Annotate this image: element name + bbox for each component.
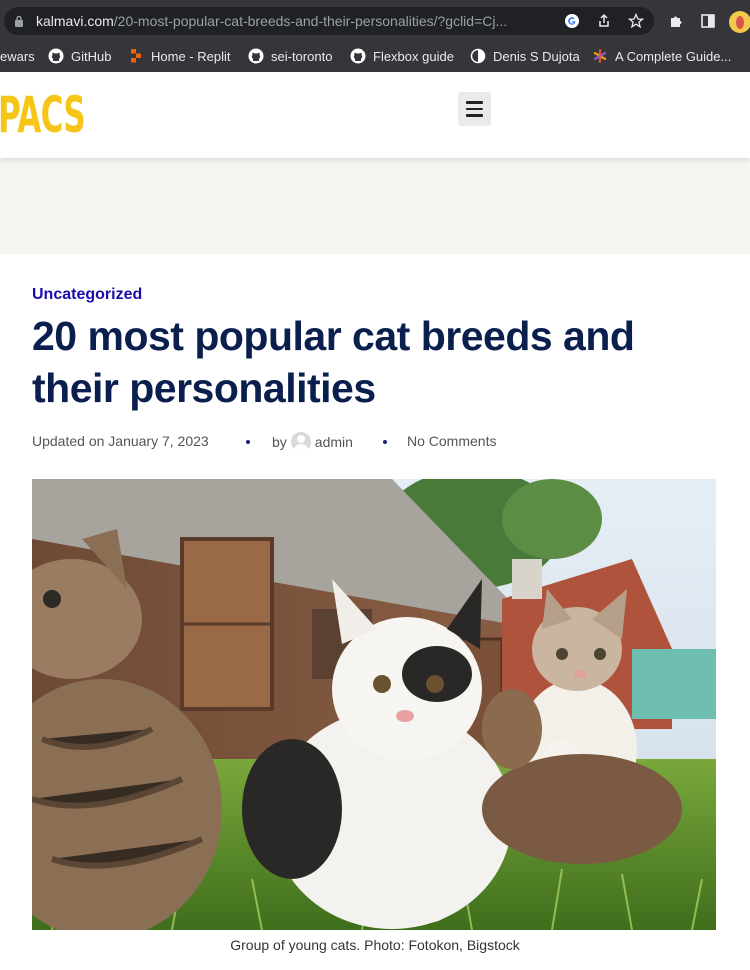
- github-icon: [248, 48, 264, 64]
- kittens-photo: [32, 479, 716, 930]
- side-panel-icon[interactable]: [700, 13, 716, 29]
- bookmark-replit[interactable]: Home - Replit: [128, 46, 230, 66]
- half-circle-icon: [470, 48, 486, 64]
- address-row: kalmavi.com/20-most-popular-cat-breeds-a…: [0, 0, 750, 40]
- share-icon[interactable]: [596, 13, 612, 29]
- header-banner: [0, 158, 750, 254]
- github-icon: [350, 48, 366, 64]
- menu-icon-bar: [466, 114, 483, 117]
- by-label: by: [272, 434, 287, 450]
- comments-link[interactable]: No Comments: [407, 432, 496, 450]
- meta-separator: [246, 440, 250, 444]
- updated-date: Updated on January 7, 2023: [32, 433, 209, 449]
- google-icon[interactable]: [564, 13, 580, 29]
- author-name[interactable]: admin: [315, 433, 353, 451]
- bookmark-label: Flexbox guide: [373, 48, 454, 64]
- github-icon: [48, 48, 64, 64]
- star-icon[interactable]: [628, 13, 644, 29]
- bookmark-github[interactable]: GitHub: [48, 46, 111, 66]
- category-link[interactable]: Uncategorized: [32, 286, 142, 304]
- featured-image: [32, 479, 716, 930]
- address-bar[interactable]: kalmavi.com/20-most-popular-cat-breeds-a…: [4, 7, 654, 35]
- bookmark-complete-guide[interactable]: A Complete Guide...: [592, 46, 731, 66]
- bookmarks-bar: ewars GitHub Home - Replit sei-toronto F…: [0, 40, 750, 72]
- menu-icon-bar: [466, 101, 483, 104]
- site-logo[interactable]: PACS: [0, 83, 86, 147]
- site-header: PACS: [0, 72, 750, 158]
- url-text[interactable]: kalmavi.com/20-most-popular-cat-breeds-a…: [36, 13, 556, 29]
- meta-separator: [383, 440, 387, 444]
- author-avatar: [290, 432, 311, 452]
- bookmark-sei-toronto[interactable]: sei-toronto: [248, 46, 332, 66]
- replit-icon: [131, 49, 141, 63]
- profile-avatar[interactable]: [729, 11, 750, 33]
- image-caption: Group of young cats. Photo: Fotokon, Big…: [230, 937, 520, 953]
- bookmark-label: ewars: [0, 48, 35, 64]
- bookmark-label: Denis S Dujota: [493, 48, 580, 64]
- bookmark-label: sei-toronto: [271, 48, 333, 64]
- bookmark-denis-dujota[interactable]: Denis S Dujota: [470, 46, 580, 66]
- bookmark-label: A Complete Guide...: [615, 48, 732, 64]
- browser-chrome: kalmavi.com/20-most-popular-cat-breeds-a…: [0, 0, 750, 72]
- lock-icon[interactable]: [14, 15, 24, 27]
- asterisk-icon: [593, 48, 607, 64]
- bookmark-flexbox-guide[interactable]: Flexbox guide: [350, 46, 454, 66]
- article-title: 20 most popular cat breeds and their per…: [32, 313, 635, 411]
- bookmark-ewars[interactable]: ewars: [0, 46, 35, 66]
- url-path: /20-most-popular-cat-breeds-and-their-pe…: [113, 13, 508, 29]
- puzzle-icon[interactable]: [668, 13, 684, 29]
- menu-icon-bar: [466, 107, 483, 111]
- hamburger-menu-button[interactable]: [458, 92, 491, 126]
- bookmark-label: Home - Replit: [151, 48, 231, 64]
- bookmark-label: GitHub: [71, 48, 112, 64]
- author-block[interactable]: by admin: [272, 432, 353, 452]
- url-host: kalmavi.com: [36, 13, 114, 29]
